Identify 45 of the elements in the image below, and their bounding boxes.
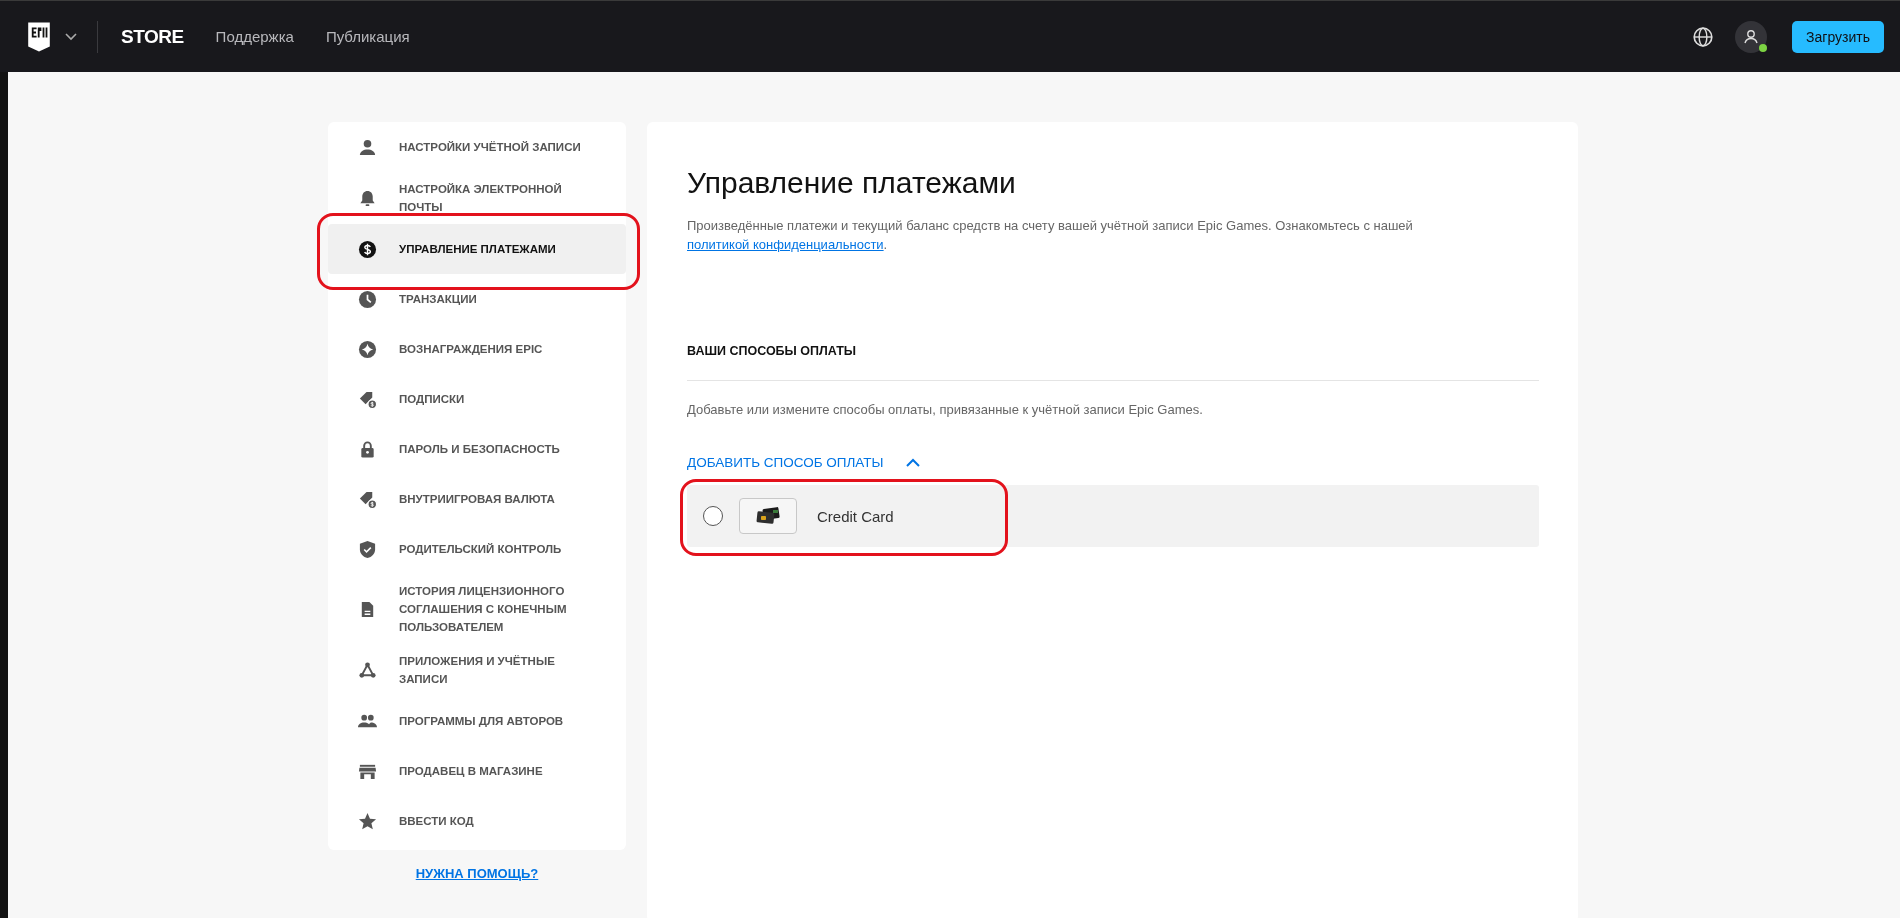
section-heading: ВАШИ СПОСОБЫ ОПЛАТЫ (687, 344, 858, 358)
sidebar-item[interactable]: ВВЕСТИ КОД (328, 796, 626, 846)
sidebar-item[interactable]: НАСТРОЙКА ЭЛЕКТРОННОЙ ПОЧТЫ (328, 172, 626, 224)
chevron-down-icon[interactable] (65, 32, 77, 41)
sidebar-item[interactable]: ПОДПИСКИ (328, 374, 626, 424)
nav-link[interactable]: Публикация (325, 28, 410, 45)
add-payment-method-link[interactable]: ДОБАВИТЬ СПОСОБ ОПЛАТЫ (687, 455, 920, 470)
payment-method-row[interactable]: Credit Card (687, 485, 1539, 547)
clock-icon (358, 289, 377, 309)
section-description: Добавьте или измените способы оплаты, привязанные к учётной записи Epic Games. (687, 402, 1204, 417)
price-tag-icon (358, 389, 377, 409)
star-icon (358, 811, 377, 831)
connected-nodes-icon (358, 660, 377, 680)
nav-link[interactable]: Поддержка (215, 28, 294, 45)
epic-logo-icon[interactable] (27, 21, 51, 52)
user-avatar-button[interactable] (1735, 20, 1768, 53)
sidebar-item[interactable]: ПРОГРАММЫ ДЛЯ АВТОРОВ (328, 696, 626, 746)
sidebar-item[interactable]: ИСТОРИЯ ЛИЦЕНЗИОННОГО СОГЛАШЕНИЯ С КОНЕЧНЫМ ПОЛЬЗОВАТЕЛЕМ (328, 574, 626, 644)
padlock-icon (358, 439, 377, 459)
sidebar-item[interactable]: ВНУТРИИГРОВАЯ ВАЛЮТА (328, 474, 626, 524)
radio-button[interactable] (703, 506, 723, 526)
price-tag-icon (358, 489, 377, 509)
store-link[interactable]: STORE (121, 25, 184, 48)
chevron-up-icon (905, 458, 920, 467)
dollar-coin-icon (358, 239, 377, 259)
sidebar-item[interactable]: РОДИТЕЛЬСКИЙ КОНТРОЛЬ (328, 524, 626, 574)
help-link[interactable]: НУЖНА ПОМОЩЬ? (415, 866, 539, 881)
person-icon (358, 137, 377, 157)
sidebar-item[interactable]: ПРИЛОЖЕНИЯ И УЧЁТНЫЕ ЗАПИСИ (328, 644, 626, 696)
card-logo-icon (739, 498, 797, 534)
shield-check-icon (358, 539, 377, 559)
privacy-policy-link[interactable]: политикой конфиденциальности (687, 237, 884, 252)
download-button[interactable]: Загрузить (1792, 20, 1884, 53)
sidebar-item[interactable]: УПРАВЛЕНИЕ ПЛАТЕЖАМИ (328, 224, 626, 274)
bell-icon (358, 188, 377, 208)
sidebar-item[interactable]: ТРАНЗАКЦИИ (328, 274, 626, 324)
payment-method-label: Credit Card (817, 507, 894, 525)
sidebar-item[interactable]: ПАРОЛЬ И БЕЗОПАСНОСТЬ (328, 424, 626, 474)
page-title: Управление платежами (687, 166, 1017, 200)
globe-icon[interactable] (1692, 25, 1715, 48)
description-text: Произведённые платежи и текущий баланс средств на счету вашей учётной записи Epic Games. Ознакомьтесь с нашей политикой конфиденциальности. (687, 217, 1414, 254)
sidebar-item[interactable]: ПРОДАВЕЦ В МАГАЗИНЕ (328, 746, 626, 796)
sidebar-item[interactable]: НАСТРОЙКИ УЧЁТНОЙ ЗАПИСИ (328, 122, 626, 172)
sparkle-badge-icon (358, 339, 377, 359)
sidebar-item[interactable]: ВОЗНАГРАЖДЕНИЯ EPIC (328, 324, 626, 374)
